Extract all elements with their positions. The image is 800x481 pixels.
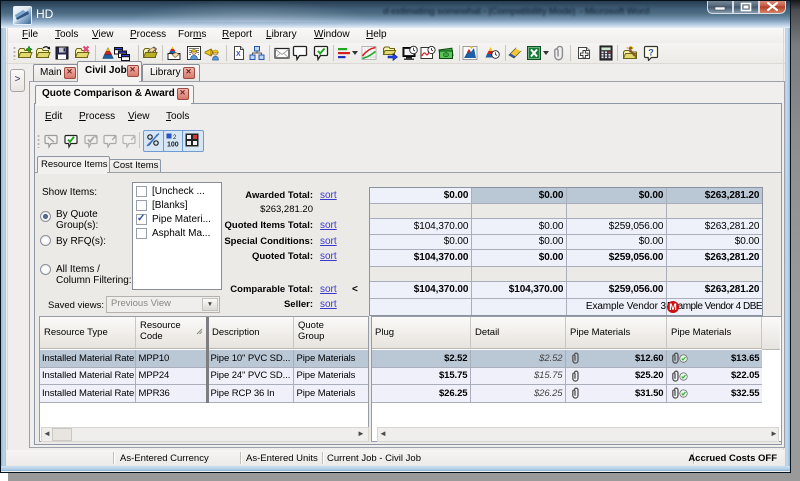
svg-text:?: ? bbox=[648, 48, 654, 58]
svg-text:100: 100 bbox=[167, 142, 179, 149]
svg-text:X: X bbox=[236, 51, 241, 58]
svg-text:2: 2 bbox=[173, 135, 177, 141]
